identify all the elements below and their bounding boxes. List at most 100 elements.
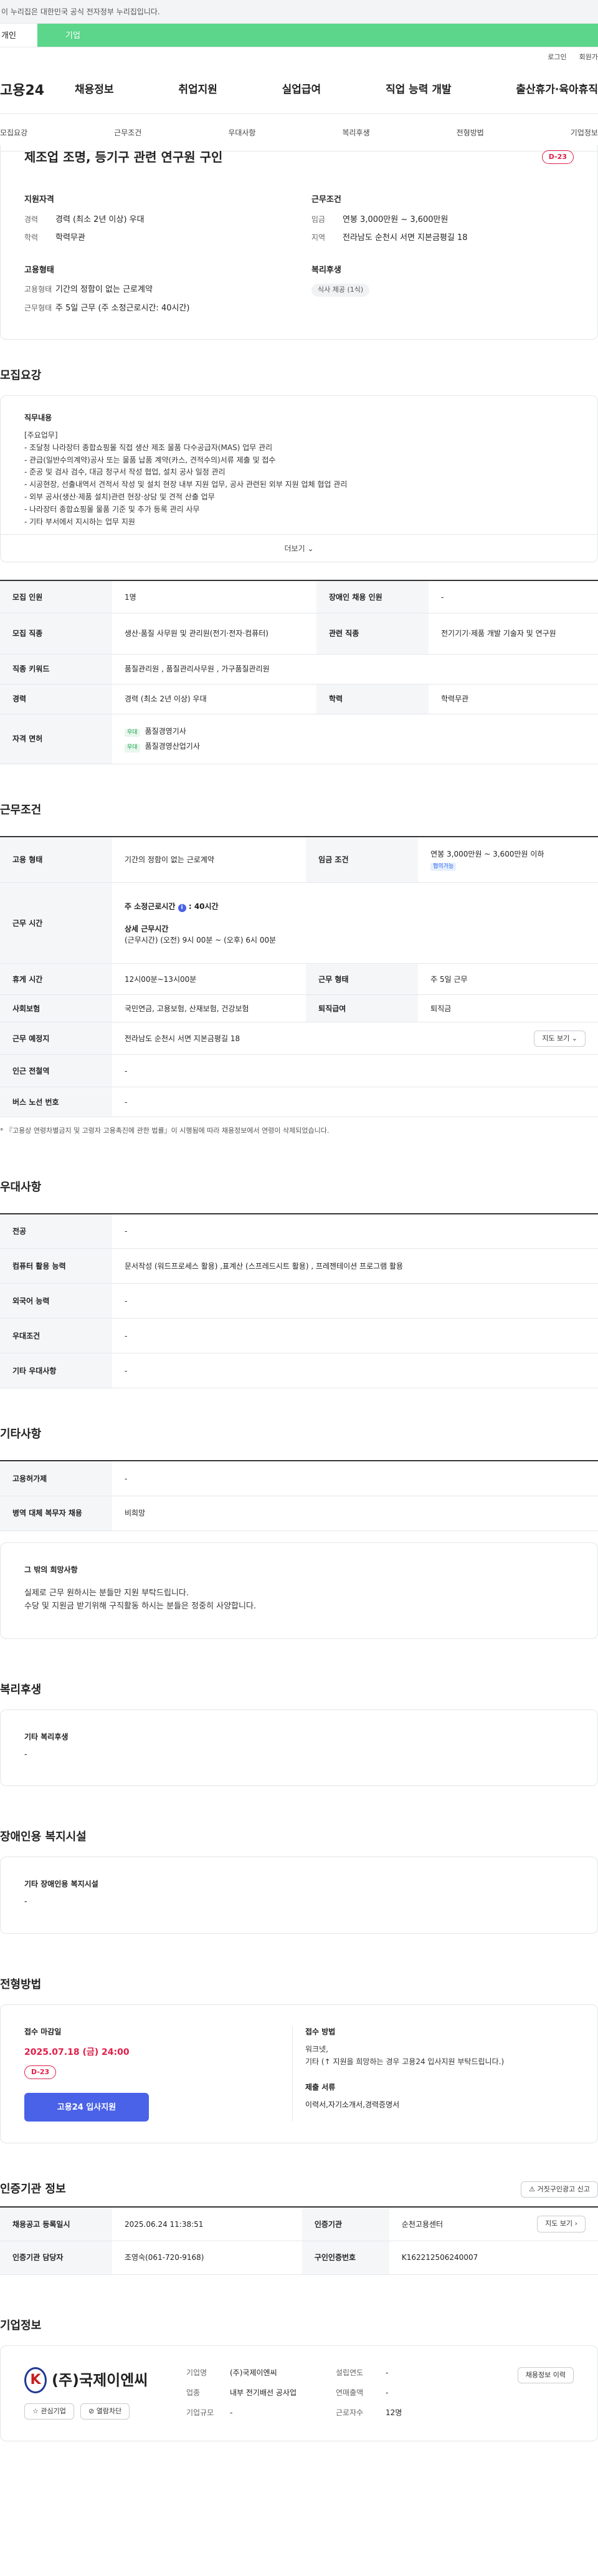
gov-banner: 이 누리집은 대한민국 공식 전자정부 누리집입니다.: [0, 0, 598, 24]
method-title: 접수 방법: [305, 2027, 336, 2036]
value: 퇴직금: [418, 994, 598, 1023]
label: 병역 대체 복무자 채용: [0, 1496, 112, 1531]
value: -: [429, 580, 598, 613]
label: 채용공고 등록일시: [0, 2207, 112, 2241]
label: 직종 키워드: [0, 654, 112, 685]
value: 경력 (최소 2년 이상) 우대: [112, 684, 317, 714]
menu-item[interactable]: 실업급여: [282, 82, 321, 99]
label: 임금 조건: [306, 836, 419, 883]
docs-title: 제출 서류: [305, 2083, 336, 2092]
logo[interactable]: 고용24: [0, 80, 75, 101]
wage-cell: 연봉 3,000만원 ~ 3,600만원 이하협의가능: [418, 836, 598, 883]
more-button[interactable]: 더보기 ⌄: [1, 534, 597, 562]
block-label: 열람차단: [96, 2406, 122, 2415]
gov-banner-text: 이 누리집은 대한민국 공식 전자정부 누리집입니다.: [1, 7, 160, 16]
label: 전공: [0, 1213, 112, 1249]
value: -: [112, 1283, 598, 1319]
section-tab[interactable]: 우대사항: [228, 127, 255, 138]
section-tab[interactable]: 모집요강: [0, 127, 27, 138]
company-card: K (주)국제이엔씨 ☆ 관심기업 ⊘ 열람차단 기업명 (주)국제이엔씨 설립연도…: [0, 2345, 598, 2442]
welfare-box: 기타 복리후생 -: [0, 1709, 598, 1787]
cert-table: 채용공고 등록일시 2025.06.24 11:38:51 인증기관 순천고용센터 지도…: [0, 2206, 598, 2275]
value: 품질관리원 , 품질관리사무원 , 가구품질관리원: [112, 654, 598, 685]
label: 버스 노선 번호: [0, 1087, 112, 1118]
label: 외국어 능력: [0, 1283, 112, 1319]
label: 설립연도: [336, 2368, 364, 2377]
hire-history-button[interactable]: 채용정보 이력: [517, 2367, 574, 2384]
section-title-pref: 우대사항: [0, 1180, 42, 1194]
join-link[interactable]: 회원가: [579, 52, 598, 63]
pref-tag: 우대: [125, 744, 140, 752]
section-tab[interactable]: 근무조건: [114, 127, 141, 138]
license-list: 우대 품질경영기사 우대 품질경영산업기사: [112, 714, 598, 764]
star-icon: ☆: [32, 2406, 39, 2415]
value: 1명: [112, 580, 317, 613]
value: 순천고용센터: [401, 2219, 444, 2229]
block-button[interactable]: ⊘ 열람차단: [80, 2403, 130, 2420]
deadline-title: 접수 마감일: [24, 2027, 62, 2036]
value: 연봉 3,000만원 ~ 3,600만원 이하: [430, 849, 544, 858]
label: 휴게 시간: [0, 963, 112, 996]
apply-box: 접수 마감일 2025.07.18 (금) 24:00 D-23 고용24 입사…: [0, 2004, 598, 2144]
menu-item[interactable]: 채용정보: [75, 82, 114, 99]
info-icon[interactable]: i: [178, 903, 186, 912]
report-button[interactable]: ⚠ 거짓구인광고 신고: [521, 2181, 598, 2198]
value: K162212506240007: [389, 2241, 598, 2275]
label: 근로자수: [336, 2408, 364, 2418]
menu-item[interactable]: 직업 능력 개발: [386, 82, 452, 99]
login-link[interactable]: 로그인: [548, 52, 566, 63]
section-tab[interactable]: 전형방법: [457, 127, 484, 138]
section-title-company: 기업정보: [0, 2319, 42, 2332]
value: -: [112, 1087, 598, 1118]
label: 관련 직종: [316, 613, 429, 655]
duty-title: 직무내용: [24, 413, 52, 422]
label: 기업규모: [186, 2408, 214, 2418]
tab-personal[interactable]: 개인: [0, 24, 37, 47]
favorite-button[interactable]: ☆ 관심기업: [24, 2403, 74, 2420]
welfare-title: 복리후생: [311, 265, 341, 275]
hours-value: : 40시간: [188, 901, 219, 911]
value: -: [112, 1318, 598, 1354]
value: 전라남도 순천시 서면 지본금평길 18: [125, 1034, 240, 1043]
main-menu: 채용정보 취업지원 실업급여 직업 능력 개발 출산휴가·육아휴직: [75, 82, 598, 99]
map-button[interactable]: 지도 보기 ›: [537, 2216, 586, 2232]
negotiable-tag: 협의가능: [430, 862, 457, 872]
welfare-value: -: [24, 1749, 27, 1759]
cond-title: 근무조건: [311, 195, 341, 204]
map-button[interactable]: 지도 보기 ⌄: [534, 1030, 586, 1047]
wish-box: 그 밖의 희망사항 실제로 근무 원하시는 분들만 지원 부탁드립니다. 수당 …: [0, 1542, 598, 1639]
duty-box: 직무내용 [주요업무] - 조달청 나라장터 종합쇼핑몰 직접 생산 제조 물품…: [0, 395, 598, 563]
value: 기간의 정함이 없는 근로계약: [55, 285, 153, 294]
job-summary-card: 제조업 조명, 등기구 관련 연구원 구인 D-23 지원자격 경력 경력 (최소…: [0, 145, 598, 340]
section-title-etc: 기타사항: [0, 1428, 42, 1441]
label: 구인인증번호: [301, 2241, 389, 2275]
section-title-disab: 장애인용 복지시설: [0, 1830, 87, 1844]
emp-title: 고용형태: [24, 265, 54, 275]
label: 근무 시간: [0, 882, 112, 964]
menu-item[interactable]: 취업지원: [178, 82, 217, 99]
label: 기업명: [186, 2368, 207, 2377]
label: 기타 우대사항: [0, 1353, 112, 1389]
dday-badge: D-23: [24, 2065, 57, 2080]
apply-button[interactable]: 고용24 입사지원: [24, 2093, 149, 2122]
license: 품질경영산업기사: [145, 742, 200, 751]
tab-company[interactable]: 기업: [37, 24, 598, 47]
wish-text: 실제로 근무 원하시는 분들만 지원 부탁드립니다. 수당 및 지원금 받기위해…: [24, 1588, 257, 1612]
section-tab[interactable]: 기업정보: [571, 127, 598, 138]
welfare-sub: 기타 복리후생: [24, 1732, 69, 1741]
value: 비희망: [112, 1496, 598, 1531]
docs-value: 이력서,자기소개서,경력증명서: [305, 2100, 400, 2110]
hours-detail-title: 상세 근무시간: [125, 924, 169, 933]
menu-item[interactable]: 출산휴가·육아휴직: [516, 82, 598, 99]
welfare-pill: 식사 제공 (1식): [311, 284, 370, 297]
value: -: [386, 2368, 389, 2377]
age-note: * 『고용상 연령차별금지 및 고령자 고용촉진에 관한 법률』이 시행됨에 따…: [0, 1127, 330, 1135]
value: 2025.06.24 11:38:51: [112, 2207, 302, 2241]
value: 주 5일 근무: [418, 963, 598, 996]
label: 우대조건: [0, 1318, 112, 1354]
disab-box: 기타 장애인용 복지시설 -: [0, 1857, 598, 1934]
disab-sub: 기타 장애인용 복지시설: [24, 1880, 98, 1889]
section-title-work: 근무조건: [0, 803, 42, 817]
section-tab[interactable]: 복리후생: [342, 127, 369, 138]
favorite-label: 관심기업: [40, 2406, 66, 2415]
